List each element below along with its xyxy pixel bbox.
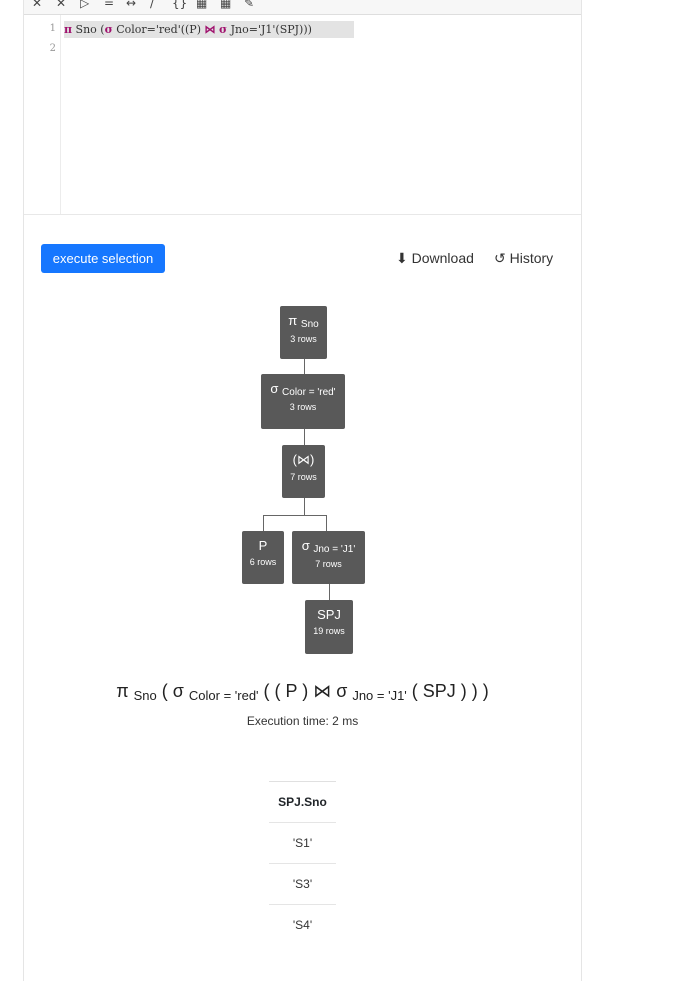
- tree-node-selection-color[interactable]: σ Color = 'red' 3 rows: [261, 374, 345, 429]
- code-token: Color='red'((P): [112, 23, 205, 36]
- table-icon[interactable]: ▦: [196, 0, 207, 10]
- tree-edge: [263, 515, 264, 531]
- download-icon: ⬇: [396, 250, 408, 266]
- collapse-icon[interactable]: ✕: [32, 0, 42, 10]
- code-line-1[interactable]: π Sno (σ Color='red'((P) ⋈ σ Jno='J1'(SP…: [64, 21, 354, 38]
- line-gutter: 1 2: [24, 15, 61, 214]
- node-label: σ Color = 'red': [270, 381, 336, 398]
- tree-node-join[interactable]: (⋈) 7 rows: [282, 445, 325, 498]
- line-number: 1: [49, 23, 56, 34]
- node-label: P: [258, 538, 268, 553]
- tree-node-spj[interactable]: SPJ 19 rows: [305, 600, 353, 654]
- slash-icon[interactable]: /: [150, 0, 154, 10]
- result-table: SPJ.Sno 'S1' 'S3' 'S4': [269, 781, 336, 945]
- node-rows: 3 rows: [290, 334, 317, 344]
- node-label: σ Jno = 'J1': [301, 538, 356, 555]
- execution-time: Execution time: 2 ms: [246, 714, 359, 728]
- node-rows: 3 rows: [289, 402, 317, 412]
- brush-icon[interactable]: ✎: [244, 0, 254, 10]
- code-token: σ: [219, 23, 228, 36]
- grid-icon[interactable]: ▦: [220, 0, 231, 10]
- node-rows: 6 rows: [249, 557, 277, 567]
- minus-icon[interactable]: ↔: [126, 0, 136, 10]
- relational-algebra-expression: π Sno ( σ Color = 'red' ( ( P ) ⋈ σ Jno …: [116, 681, 489, 703]
- node-label: SPJ: [317, 607, 341, 622]
- code-token: ⋈: [204, 23, 216, 36]
- code-token: Jno='J1'(SPJ))): [227, 23, 312, 36]
- code-token: Sno (: [72, 23, 105, 36]
- execute-selection-button[interactable]: execute selection: [41, 244, 165, 273]
- history-icon: ↺: [494, 250, 506, 266]
- table-row: 'S4': [269, 904, 336, 945]
- tree-edge: [329, 584, 330, 600]
- table-header-row: SPJ.Sno: [269, 781, 336, 823]
- node-rows: 7 rows: [290, 472, 317, 482]
- table-cell: 'S4': [269, 904, 336, 945]
- node-label: (⋈): [292, 452, 315, 467]
- tree-node-p[interactable]: P 6 rows: [242, 531, 284, 584]
- table-row: 'S1': [269, 822, 336, 864]
- tree-edge: [326, 515, 327, 531]
- column-header[interactable]: SPJ.Sno: [269, 781, 336, 823]
- download-label: Download: [411, 250, 474, 266]
- query-panel: ✕ ✕ ▷ = ↔ / {} ▦ ▦ ✎ 1 2 π Sno (σ Color=…: [23, 0, 582, 981]
- history-label: History: [509, 250, 554, 266]
- code-token: π: [64, 23, 73, 36]
- code-token: σ: [104, 23, 113, 36]
- table-cell: 'S3': [269, 863, 336, 905]
- tree-node-selection-jno[interactable]: σ Jno = 'J1' 7 rows: [292, 531, 365, 584]
- tree-edge: [304, 429, 305, 445]
- tree-node-projection[interactable]: π Sno 3 rows: [280, 306, 327, 359]
- editor-toolbar: ✕ ✕ ▷ = ↔ / {} ▦ ▦ ✎: [24, 0, 581, 15]
- expand-icon[interactable]: ✕: [56, 0, 66, 10]
- node-label: π Sno: [288, 313, 319, 330]
- node-rows: 19 rows: [313, 626, 345, 636]
- table-cell: 'S1': [269, 822, 336, 864]
- table-row: 'S3': [269, 863, 336, 905]
- equals-icon[interactable]: =: [104, 0, 114, 10]
- tree-edge: [263, 515, 326, 516]
- download-link[interactable]: ⬇ Download: [396, 250, 474, 267]
- play-icon[interactable]: ▷: [80, 0, 89, 10]
- code-editor[interactable]: 1 2 π Sno (σ Color='red'((P) ⋈ σ Jno='J1…: [24, 15, 581, 215]
- tree-edge: [304, 359, 305, 374]
- history-link[interactable]: ↺ History: [494, 250, 553, 267]
- braces-icon[interactable]: {}: [172, 0, 187, 10]
- line-number: 2: [49, 43, 56, 54]
- node-rows: 7 rows: [315, 559, 342, 569]
- tree-edge: [304, 498, 305, 515]
